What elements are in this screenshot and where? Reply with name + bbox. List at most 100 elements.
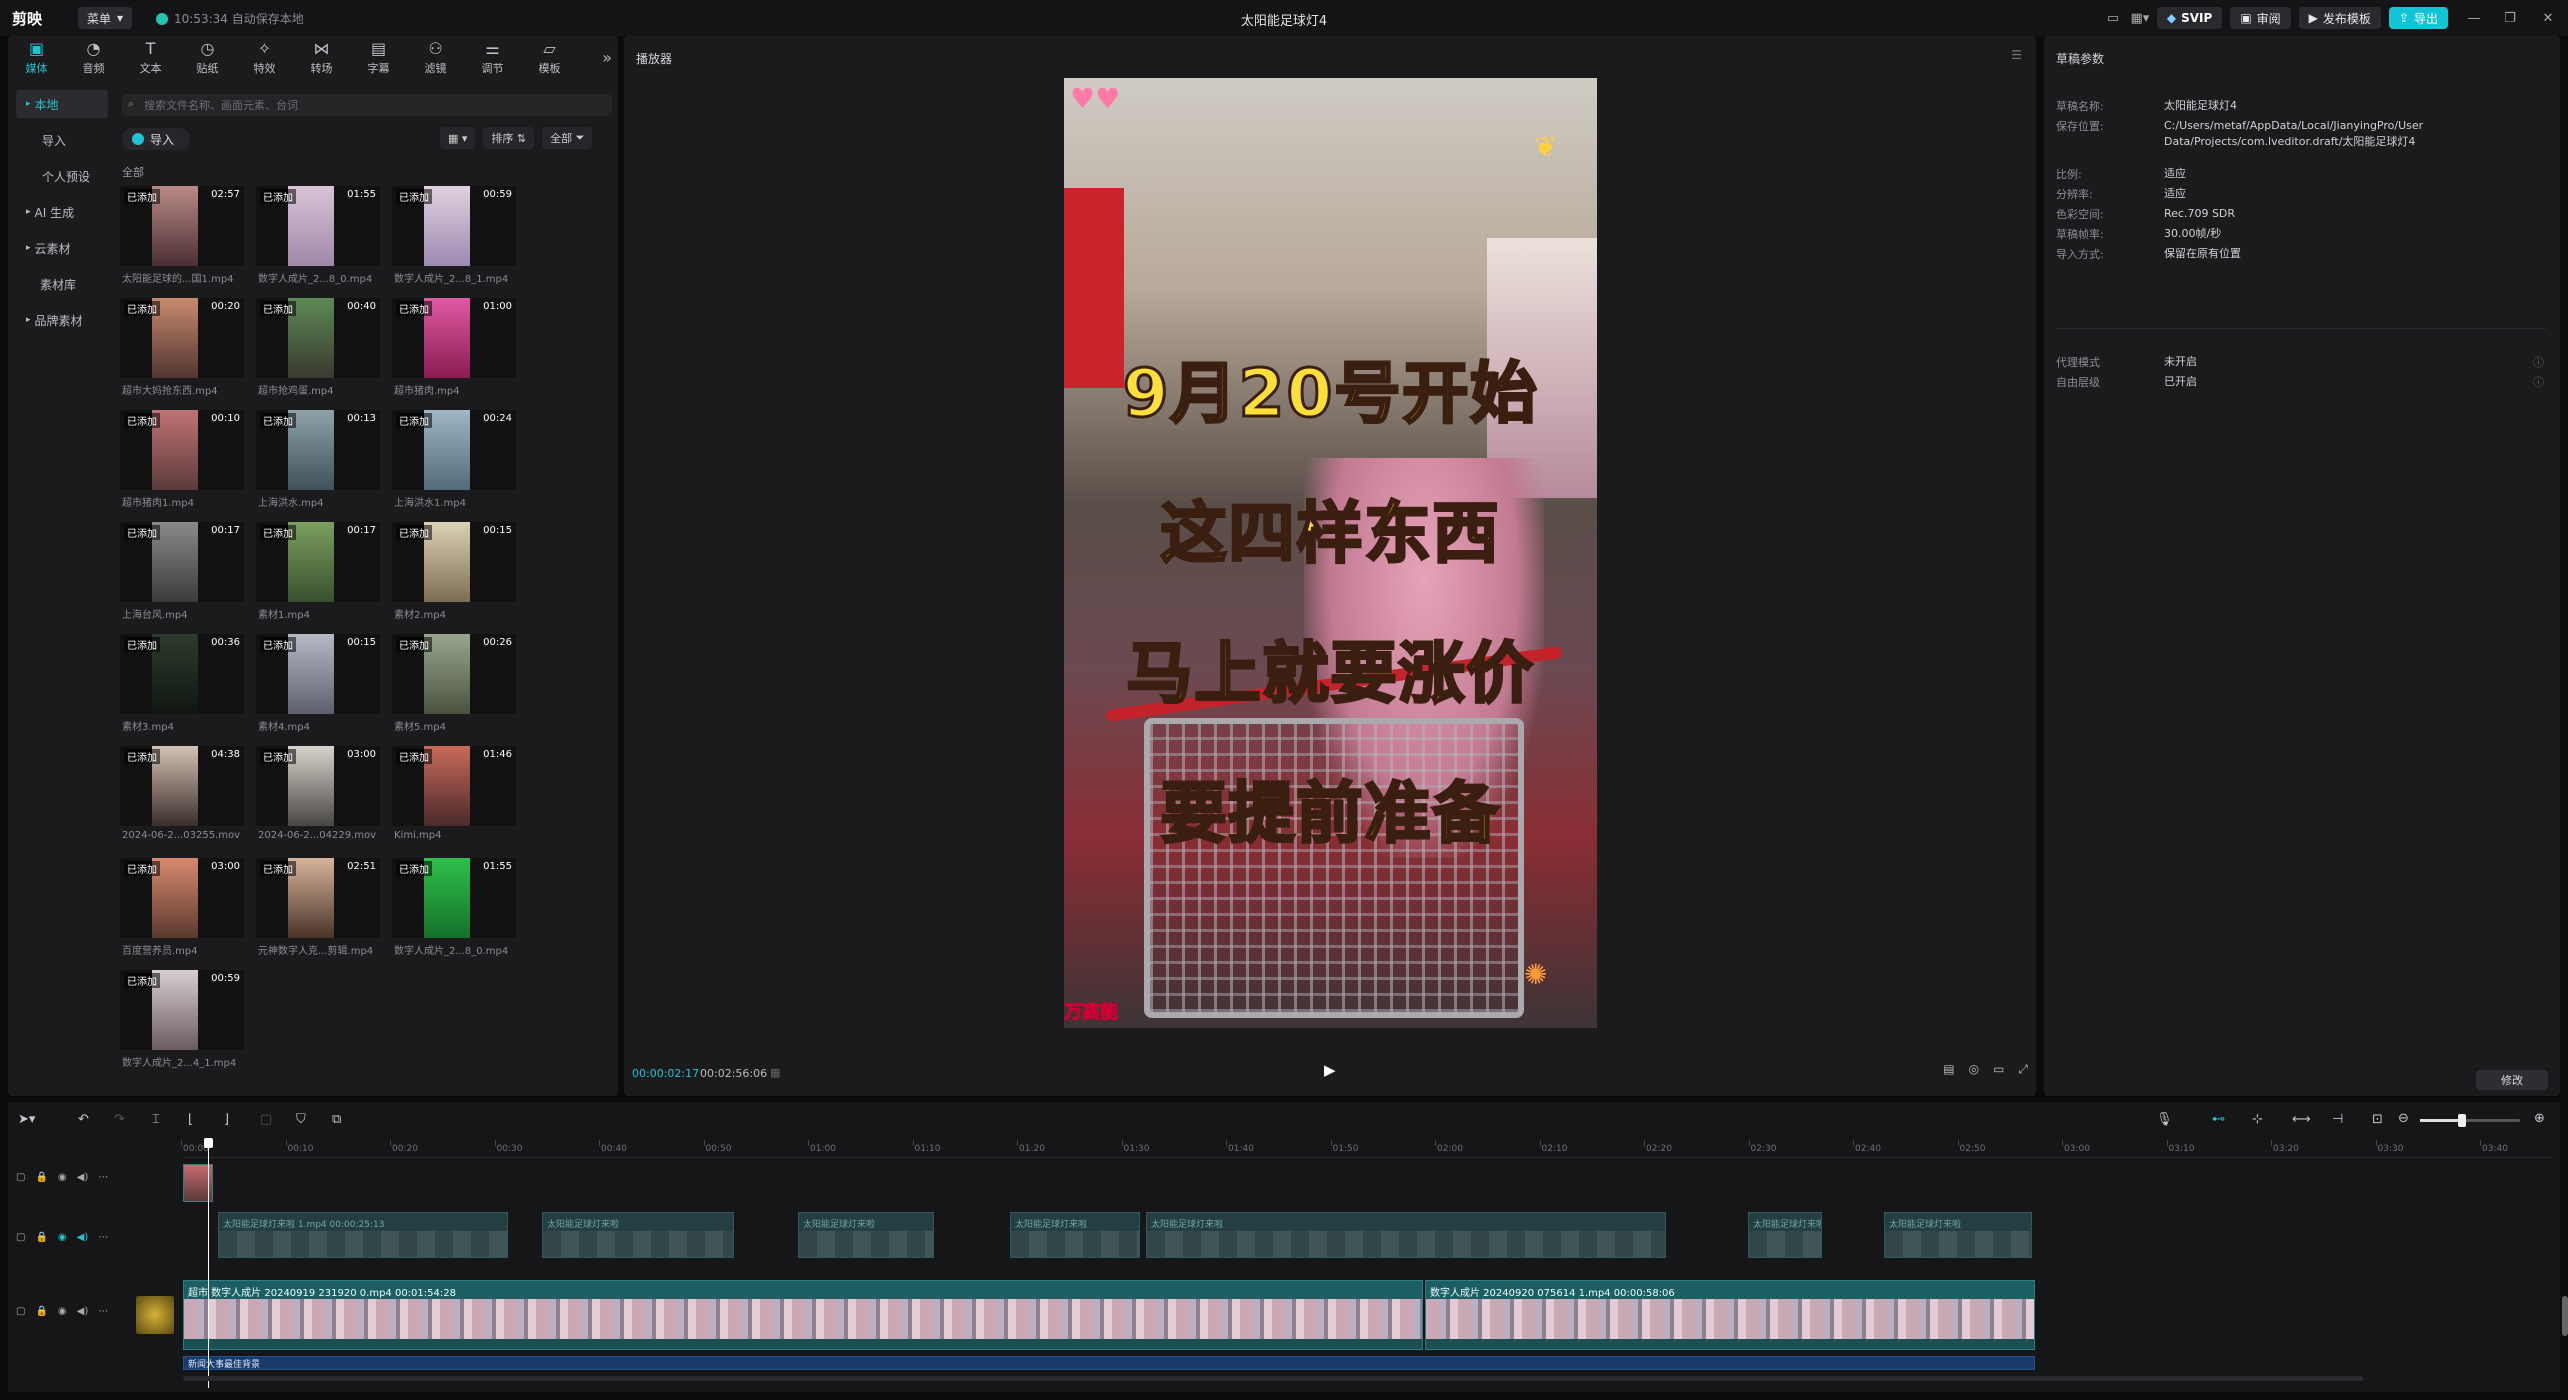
trim-left-icon[interactable]: ⌊ (188, 1112, 193, 1127)
layout-icon[interactable]: ▭ (2103, 8, 2123, 28)
track-cover-icon[interactable]: ▢ (16, 1306, 25, 1317)
play-icon[interactable]: ▶ (1324, 1061, 1336, 1079)
grid-layout-icon[interactable]: ▦▾ (2123, 8, 2157, 28)
subtitle-clip[interactable]: 太阳能足球灯来啦 (1748, 1212, 1822, 1258)
tool-adjust[interactable]: ⚌ 调节 (464, 36, 521, 80)
tool-filter[interactable]: ⚇ 滤镜 (407, 36, 464, 80)
filter-all-button[interactable]: 全部 ⏷ (542, 127, 593, 149)
review-button[interactable]: ▣ 审阅 (2230, 7, 2291, 29)
microphone-icon[interactable]: 🎙 (2156, 1112, 2173, 1127)
media-card[interactable]: 已添加 02:57 太阳能足球的...国1.mp4 (120, 186, 244, 298)
eye-icon[interactable]: ◉ (58, 1306, 67, 1317)
timecode-grid-icon[interactable]: ▦ (770, 1066, 780, 1079)
music-clip[interactable]: 新闻大事最佳背景 (183, 1356, 2035, 1370)
undo-icon[interactable]: ↶ (78, 1112, 89, 1127)
timeline-scrollbar[interactable] (183, 1376, 2363, 1381)
link-clips-icon[interactable]: ⊷ (2212, 1112, 2225, 1127)
media-card[interactable]: 已添加 03:00 百度营养员.mp4 (120, 858, 244, 970)
close-icon[interactable]: ✕ (2528, 8, 2568, 28)
split-icon[interactable]: ⌶ (152, 1112, 160, 1127)
nav-item-2[interactable]: 个人预设 (16, 162, 108, 190)
media-card[interactable]: 已添加 00:10 超市猪肉1.mp4 (120, 410, 244, 522)
media-card[interactable]: 已添加 01:55 数字人成片_2...8_0.mp4 (392, 858, 516, 970)
nav-item-4[interactable]: ▸ 云素材 (16, 234, 108, 262)
track-cover-icon[interactable]: ▢ (16, 1232, 25, 1243)
align-icon[interactable]: ⊣ (2332, 1112, 2343, 1127)
tool-template[interactable]: ▱ 模板 (521, 36, 578, 80)
media-card[interactable]: 已添加 00:40 超市抢鸡蛋.mp4 (256, 298, 380, 410)
media-card[interactable]: 已添加 01:55 数字人成片_2...8_0.mp4 (256, 186, 380, 298)
lock-icon[interactable]: 🔒 (35, 1172, 47, 1183)
media-card[interactable]: 已添加 01:00 超市猪肉.mp4 (392, 298, 516, 410)
preview-axis-icon[interactable]: ⟷ (2292, 1112, 2311, 1127)
import-button[interactable]: 导入 (122, 128, 190, 150)
tool-effects[interactable]: ✧ 特效 (236, 36, 293, 80)
playhead[interactable] (204, 1138, 213, 1388)
subtitle-clip[interactable]: 太阳能足球灯来啦 (1884, 1212, 2032, 1258)
lock-icon[interactable]: 🔒 (35, 1232, 47, 1243)
snap-icon[interactable]: ⊹ (2252, 1112, 2263, 1127)
video-preview[interactable]: ♥♥ ❦ ✺ 9月20号开始 这四样东西 马上就要涨价 要提前准备 万高能 (1064, 78, 1597, 1028)
zoom-in-icon[interactable]: ⊕ (2534, 1111, 2545, 1126)
tool-sticker[interactable]: ◷ 贴纸 (179, 36, 236, 80)
speaker-icon[interactable]: ◀) (77, 1232, 89, 1243)
media-card[interactable]: 已添加 01:46 Kimi.mp4 (392, 746, 516, 858)
main-clip-1[interactable]: 超市 数字人成片 20240919 231920 0.mp4 00:01:54:… (183, 1280, 1423, 1350)
media-card[interactable]: 已添加 00:17 上海台风.mp4 (120, 522, 244, 634)
more-icon[interactable]: ⋯ (98, 1306, 108, 1317)
select-cursor-icon[interactable]: ➤▾ (18, 1112, 35, 1127)
more-icon[interactable]: ⋯ (98, 1232, 108, 1243)
crop-icon[interactable]: ⧉ (332, 1112, 341, 1127)
eye-icon[interactable]: ◉ (58, 1172, 67, 1183)
media-card[interactable]: 已添加 04:38 2024-06-2...03255.mov (120, 746, 244, 858)
zoom-out-icon[interactable]: ⊖ (2398, 1111, 2409, 1126)
media-card[interactable]: 已添加 03:00 2024-06-2...04229.mov (256, 746, 380, 858)
media-card[interactable]: 已添加 02:51 元神数字人克...剪辑.mp4 (256, 858, 380, 970)
subtitle-clip[interactable]: 太阳能足球灯来啦 (1146, 1212, 1666, 1258)
nav-item-5[interactable]: 素材库 (16, 270, 108, 298)
sort-button[interactable]: 排序 ⇅ (483, 127, 535, 149)
track-cover-thumbnail[interactable] (136, 1296, 174, 1334)
ratio-icon[interactable]: ▭ (1993, 1062, 2004, 1077)
redo-icon[interactable]: ↷ (114, 1112, 125, 1127)
marker-icon[interactable]: ⛉ (296, 1112, 306, 1127)
maximize-icon[interactable]: ❐ (2492, 8, 2528, 28)
svip-button[interactable]: ◆ SVIP (2156, 7, 2223, 29)
tool-subtitle[interactable]: ▤ 字幕 (350, 36, 407, 80)
tool-text[interactable]: T 文本 (122, 36, 179, 80)
zoom-slider[interactable] (2420, 1114, 2520, 1127)
help-icon[interactable]: ⓘ (2533, 374, 2544, 390)
help-icon[interactable]: ⓘ (2533, 354, 2544, 370)
export-button[interactable]: ⇪ 导出 (2388, 7, 2448, 29)
window-scrollbar[interactable] (2562, 1296, 2568, 1336)
media-card[interactable]: 已添加 00:36 素材3.mp4 (120, 634, 244, 746)
tool-media[interactable]: ▣ 媒体 (8, 36, 65, 80)
hamburger-icon[interactable]: ☰ (2011, 48, 2022, 62)
minimize-icon[interactable]: — (2456, 8, 2492, 28)
tool-transition[interactable]: ⋈ 转场 (293, 36, 350, 80)
trim-right-icon[interactable]: ⌋ (224, 1112, 229, 1127)
media-card[interactable]: 已添加 00:59 数字人成片_2...8_1.mp4 (392, 186, 516, 298)
eye-icon[interactable]: ◉ (58, 1232, 67, 1243)
subtitle-lock-icon[interactable]: ⊡ (2372, 1112, 2383, 1127)
nav-item-0[interactable]: ▸ 本地 (16, 90, 108, 118)
time-ruler[interactable]: 00:00 00:10 00:20 00:30 00:40 00:50 01:00 01:10… (181, 1140, 2553, 1158)
media-card[interactable]: 已添加 00:26 素材5.mp4 (392, 634, 516, 746)
delete-icon[interactable]: ▢ (260, 1112, 272, 1127)
media-card[interactable]: 已添加 00:17 素材1.mp4 (256, 522, 380, 634)
speaker-icon[interactable]: ◀) (77, 1306, 89, 1317)
subtitle-clip[interactable]: 太阳能足球灯来啦 (542, 1212, 734, 1258)
nav-item-6[interactable]: ▸ 品牌素材 (16, 306, 108, 334)
publish-template-button[interactable]: ▶ 发布模板 (2298, 7, 2381, 29)
fullscreen-icon[interactable]: ⤢ (2018, 1062, 2028, 1077)
subtitle-clip[interactable]: 太阳能足球灯来啦 (1010, 1212, 1140, 1258)
nav-item-1[interactable]: 导入 (16, 126, 108, 154)
tool-audio[interactable]: ◔ 音频 (65, 36, 122, 80)
nav-item-3[interactable]: ▸ AI 生成 (16, 198, 108, 226)
media-card[interactable]: 已添加 00:20 超市大妈抢东西.mp4 (120, 298, 244, 410)
zoom-knob[interactable] (2458, 1114, 2466, 1127)
media-card[interactable]: 已添加 00:59 数字人成片_2...4_1.mp4 (120, 970, 244, 1082)
subtitle-clip[interactable]: 太阳能足球灯来啦 1.mp4 00:00:25:13 (218, 1212, 508, 1258)
menu-button[interactable]: 菜单 ▾ (78, 7, 132, 29)
quality-icon[interactable]: ▤ (1943, 1062, 1954, 1077)
